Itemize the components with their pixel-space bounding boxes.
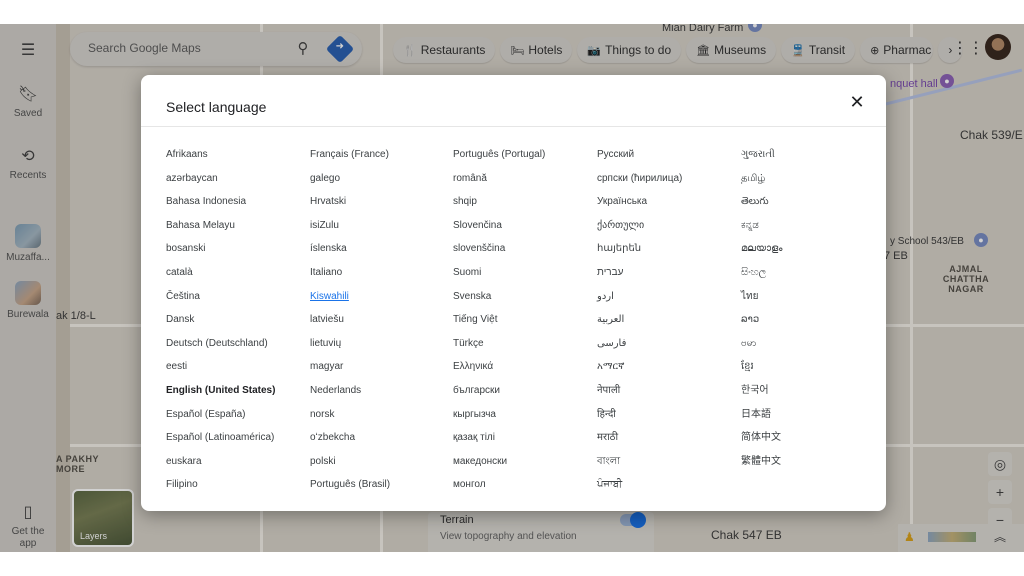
language-option[interactable]: Svenska	[453, 285, 593, 309]
language-option[interactable]: العربية	[597, 308, 737, 332]
language-dialog: Select language ✕ AfrikaansazərbaycanBah…	[141, 75, 886, 511]
language-option[interactable]: Tiếng Việt	[453, 308, 593, 332]
language-option[interactable]: polski	[310, 450, 450, 474]
language-option[interactable]: 繁體中文	[741, 450, 881, 474]
language-option[interactable]: isiZulu	[310, 214, 450, 238]
language-option[interactable]: հայերեն	[597, 237, 737, 261]
language-option[interactable]: ไทย	[741, 285, 881, 309]
language-option[interactable]: ਪੰਜਾਬੀ	[597, 473, 737, 497]
language-option[interactable]: עברית	[597, 261, 737, 285]
language-option[interactable]: română	[453, 167, 593, 191]
language-option[interactable]: नेपाली	[597, 379, 737, 403]
language-option[interactable]: اردو	[597, 285, 737, 309]
dialog-header: Select language ✕	[141, 75, 886, 127]
language-option[interactable]: Ελληνικά	[453, 355, 593, 379]
language-option[interactable]: 한국어	[741, 379, 881, 403]
language-option[interactable]: தமிழ்	[741, 167, 881, 191]
language-option[interactable]: Bahasa Indonesia	[166, 190, 306, 214]
language-option[interactable]: Afrikaans	[166, 143, 306, 167]
language-option[interactable]: Dansk	[166, 308, 306, 332]
language-option[interactable]: বাংলা	[597, 450, 737, 474]
language-option[interactable]: አማርኛ	[597, 355, 737, 379]
language-option[interactable]: català	[166, 261, 306, 285]
language-option[interactable]: қазақ тілі	[453, 426, 593, 450]
language-option[interactable]: Türkçe	[453, 332, 593, 356]
language-option[interactable]: മലയാളം	[741, 237, 881, 261]
language-option[interactable]: ಕನ್ನಡ	[741, 214, 881, 238]
language-option[interactable]: मराठी	[597, 426, 737, 450]
language-option[interactable]: Bahasa Melayu	[166, 214, 306, 238]
language-option[interactable]: فارسی	[597, 332, 737, 356]
language-option[interactable]: azərbaycan	[166, 167, 306, 191]
dialog-title: Select language	[166, 99, 266, 115]
language-option[interactable]: latviešu	[310, 308, 450, 332]
language-option[interactable]: Español (Latinoamérica)	[166, 426, 306, 450]
language-option[interactable]: magyar	[310, 355, 450, 379]
language-option[interactable]: Українська	[597, 190, 737, 214]
language-option[interactable]: кыргызча	[453, 403, 593, 427]
language-option[interactable]: lietuvių	[310, 332, 450, 356]
language-option[interactable]: shqip	[453, 190, 593, 214]
language-option[interactable]: Slovenčina	[453, 214, 593, 238]
language-option[interactable]: ខ្មែរ	[741, 355, 881, 379]
close-icon[interactable]: ✕	[847, 92, 867, 112]
language-option[interactable]: eesti	[166, 355, 306, 379]
language-option[interactable]: galego	[310, 167, 450, 191]
language-option[interactable]: Español (España)	[166, 403, 306, 427]
language-option[interactable]: монгол	[453, 473, 593, 497]
language-option[interactable]: Português (Portugal)	[453, 143, 593, 167]
language-option[interactable]: български	[453, 379, 593, 403]
language-option[interactable]: English (United States)	[166, 379, 306, 403]
language-option[interactable]: ລາວ	[741, 308, 881, 332]
language-option[interactable]: српски (ћирилица)	[597, 167, 737, 191]
language-option[interactable]: ქართული	[597, 214, 737, 238]
language-option[interactable]: ગુજરાતી	[741, 143, 881, 167]
language-option[interactable]: Suomi	[453, 261, 593, 285]
language-option[interactable]: slovenščina	[453, 237, 593, 261]
language-option[interactable]: తెలుగు	[741, 190, 881, 214]
language-option[interactable]: Hrvatski	[310, 190, 450, 214]
language-option[interactable]: bosanski	[166, 237, 306, 261]
language-option[interactable]: 简体中文	[741, 426, 881, 450]
language-option[interactable]: Русский	[597, 143, 737, 167]
language-option[interactable]: oʻzbekcha	[310, 426, 450, 450]
language-option[interactable]: ဗမာ	[741, 332, 881, 356]
language-column: Português (Portugal)românăshqipSlovenčin…	[453, 143, 593, 497]
language-column: Français (France)galegoHrvatskiisiZuluís…	[310, 143, 450, 497]
language-option[interactable]: Kiswahili	[310, 285, 450, 309]
language-option[interactable]: 日本語	[741, 403, 881, 427]
language-option[interactable]: euskara	[166, 450, 306, 474]
language-option[interactable]: íslenska	[310, 237, 450, 261]
language-option[interactable]: සිංහල	[741, 261, 881, 285]
language-option[interactable]: norsk	[310, 403, 450, 427]
language-option[interactable]: Filipino	[166, 473, 306, 497]
language-option[interactable]: Français (France)	[310, 143, 450, 167]
language-column: AfrikaansazərbaycanBahasa IndonesiaBahas…	[166, 143, 306, 497]
language-option[interactable]: Deutsch (Deutschland)	[166, 332, 306, 356]
language-column: ગુજરાતીதமிழ்తెలుగుಕನ್ನಡമലയാളംසිංහලไทยລາວ…	[741, 143, 881, 473]
language-option[interactable]: हिन्दी	[597, 403, 737, 427]
language-option[interactable]: македонски	[453, 450, 593, 474]
language-column: Русскийсрпски (ћирилица)Українськаქართულ…	[597, 143, 737, 497]
language-option[interactable]: Čeština	[166, 285, 306, 309]
language-option[interactable]: Português (Brasil)	[310, 473, 450, 497]
language-option[interactable]: Italiano	[310, 261, 450, 285]
language-option[interactable]: Nederlands	[310, 379, 450, 403]
